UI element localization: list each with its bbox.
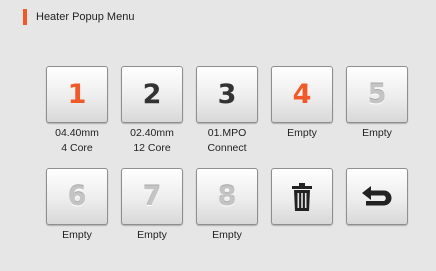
slot-7-line1: Empty (137, 229, 167, 241)
slot-3-line1: 01.MPO (207, 127, 247, 139)
slot-7-caption: Empty (115, 228, 189, 243)
slot-6-button[interactable]: 6 (46, 168, 108, 225)
slot-6-line1: Empty (62, 229, 92, 241)
slot-6-caption: Empty (40, 228, 114, 243)
slot-3-line2: Connect (207, 142, 247, 154)
slot-5-caption: Empty (340, 126, 414, 141)
slot-7-number: 7 (142, 181, 162, 212)
accent-bar (23, 9, 27, 25)
slot-4-line1: Empty (287, 127, 317, 139)
slot-1-caption: 04.40mm 4 Core (40, 126, 114, 156)
slot-2-button[interactable]: 2 (121, 66, 183, 123)
page-title: Heater Popup Menu (36, 11, 135, 23)
slot-4-caption: Empty (265, 126, 339, 141)
slot-3-button[interactable]: 3 (196, 66, 258, 123)
slot-2-line1: 02.40mm (130, 127, 174, 139)
slot-8-button[interactable]: 8 (196, 168, 258, 225)
slot-4-number: 4 (292, 79, 312, 110)
slot-7-button[interactable]: 7 (121, 168, 183, 225)
slot-3-caption: 01.MPO Connect (190, 126, 264, 156)
slot-8-line1: Empty (212, 229, 242, 241)
slot-1-line2: 4 Core (61, 142, 93, 154)
slot-2-number: 2 (142, 79, 162, 110)
slot-8-caption: Empty (190, 228, 264, 243)
slot-2-line2: 12 Core (133, 142, 171, 154)
slot-5-line1: Empty (362, 127, 392, 139)
slot-1-button[interactable]: 1 (46, 66, 108, 123)
slot-5-button[interactable]: 5 (346, 66, 408, 123)
slot-3-number: 3 (217, 79, 237, 110)
slot-2-caption: 02.40mm 12 Core (115, 126, 189, 156)
delete-button[interactable] (271, 168, 333, 225)
slot-4-button[interactable]: 4 (271, 66, 333, 123)
back-button[interactable] (346, 168, 408, 225)
slot-6-number: 6 (67, 181, 87, 212)
slot-1-number: 1 (67, 79, 87, 110)
slot-8-number: 8 (217, 181, 237, 212)
return-arrow-icon (362, 185, 392, 205)
heater-popup-menu: Heater Popup Menu 1 04.40mm 4 Core 2 02.… (0, 0, 436, 271)
slot-5-number: 5 (367, 79, 387, 110)
slot-1-line1: 04.40mm (55, 127, 99, 139)
header: Heater Popup Menu (23, 9, 134, 25)
trash-icon (292, 182, 312, 211)
